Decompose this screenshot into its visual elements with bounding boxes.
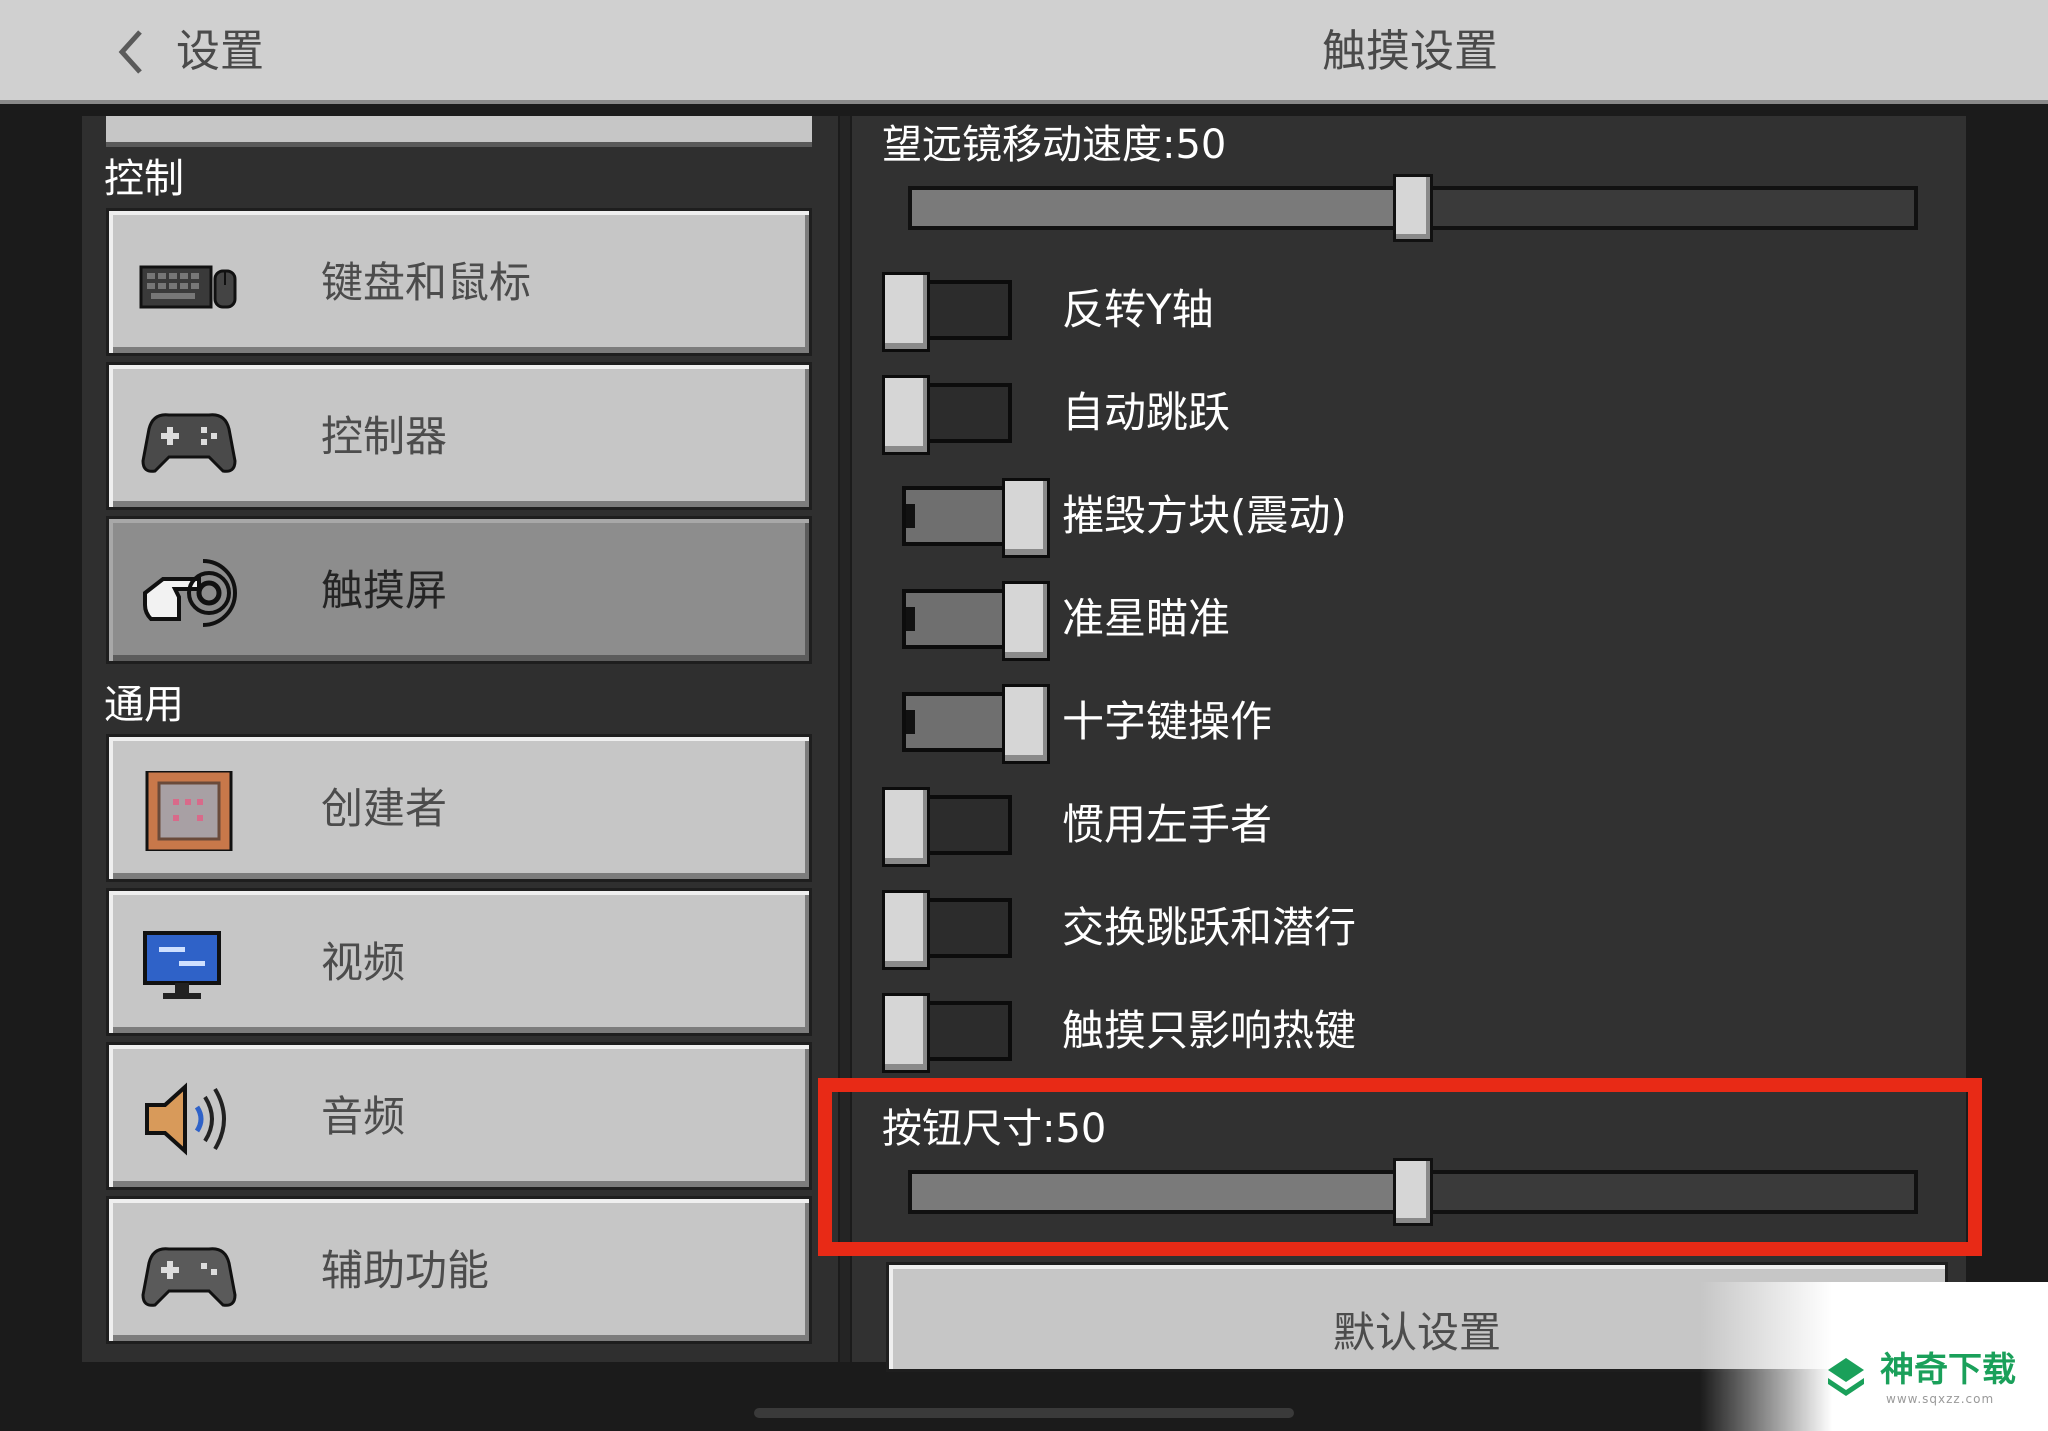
left-handed-toggle[interactable] (882, 787, 1022, 867)
swap-jump-sneak-label: 交换跳跃和潜行 (1062, 903, 1357, 952)
sidebar-item-controller[interactable]: 控制器 (106, 362, 812, 510)
sidebar-item-video[interactable]: 视频 (106, 888, 812, 1036)
auto-jump-toggle[interactable] (882, 375, 1022, 455)
watermark: 神奇下载 www.sqxzz.com (1700, 1282, 2048, 1431)
sidebar-item-label: 触摸屏 (321, 566, 448, 615)
toggle-indicator (906, 607, 915, 631)
watermark-text: 神奇下载 (1880, 1350, 2016, 1390)
highlight-annotation-box (818, 1078, 1982, 1256)
home-indicator[interactable] (754, 1408, 1294, 1418)
toggle-knob[interactable] (882, 787, 930, 867)
toggle-row-touch-hotbar-only[interactable]: 触摸只影响热键 (882, 993, 1922, 1073)
toggle-knob[interactable] (1002, 684, 1050, 764)
sidebar-item-audio[interactable]: 音频 (106, 1042, 812, 1190)
dpad-controls-label: 十字键操作 (1062, 697, 1273, 746)
sidebar-item-label: 视频 (321, 938, 406, 987)
sidebar-item-accessibility[interactable]: 辅助功能 (106, 1196, 812, 1344)
gamepad-icon (141, 413, 237, 473)
watermark-logo-icon (1828, 1358, 1864, 1396)
sidebar-item-touchscreen[interactable]: 触摸屏 (106, 516, 812, 664)
toggle-row-destroy-block-vibration[interactable]: 摧毁方块(震动) (882, 478, 1922, 558)
toggle-knob[interactable] (1002, 478, 1050, 558)
telescope-speed-slider-fill (912, 190, 1413, 226)
toggle-row-auto-jump[interactable]: 自动跳跃 (882, 375, 1922, 455)
dpad-controls-toggle[interactable] (882, 684, 1050, 764)
toggle-knob[interactable] (882, 993, 930, 1073)
telescope-speed-label: 望远镜移动速度:50 (882, 122, 1227, 168)
toggle-row-swap-jump-sneak[interactable]: 交换跳跃和潜行 (882, 890, 1922, 970)
touch-hotbar-only-label: 触摸只影响热键 (1062, 1006, 1357, 1055)
section-title-controls: 控制 (104, 156, 184, 202)
sidebar-item-creator[interactable]: 创建者 (106, 734, 812, 882)
sidebar-item-label: 辅助功能 (321, 1246, 490, 1295)
toggle-knob[interactable] (1002, 581, 1050, 661)
auto-jump-label: 自动跳跃 (1062, 388, 1231, 437)
destroy-block-vibration-toggle[interactable] (882, 478, 1050, 558)
toggle-knob[interactable] (882, 272, 930, 352)
toggle-row-crosshair-aiming[interactable]: 准星瞄准 (882, 581, 1922, 661)
toggle-row-left-handed[interactable]: 惯用左手者 (882, 787, 1922, 867)
watermark-url: www.sqxzz.com (1886, 1392, 1995, 1406)
invert-y-axis-toggle[interactable] (882, 272, 1022, 352)
sidebar-item-keyboard-mouse[interactable]: 键盘和鼠标 (106, 208, 812, 356)
back-button-label[interactable]: 设置 (176, 22, 264, 82)
touch-hotbar-only-toggle[interactable] (882, 993, 1022, 1073)
settings-sidebar: 控制 键盘和鼠标 控制器 触摸屏 通用 创建者 视频 音频 辅助功能 (82, 116, 838, 1362)
sidebar-item-label: 创建者 (321, 784, 448, 833)
toggle-row-invert-y-axis[interactable]: 反转Y轴 (882, 272, 1922, 352)
toggle-indicator (906, 710, 915, 734)
gamepad-icon (141, 1247, 237, 1307)
swap-jump-sneak-toggle[interactable] (882, 890, 1022, 970)
page-title: 触摸设置 (1322, 26, 1498, 77)
touch-hand-icon (143, 559, 237, 627)
destroy-block-vibration-label: 摧毁方块(震动) (1062, 491, 1347, 540)
sidebar-item-label: 键盘和鼠标 (321, 258, 532, 307)
toggle-indicator (906, 504, 915, 528)
left-handed-label: 惯用左手者 (1062, 800, 1273, 849)
title-bar: 设置 触摸设置 (0, 0, 2048, 104)
toggle-knob[interactable] (882, 890, 930, 970)
toggle-row-dpad-controls[interactable]: 十字键操作 (882, 684, 1922, 764)
crosshair-aiming-label: 准星瞄准 (1062, 594, 1231, 643)
speaker-icon (145, 1082, 226, 1156)
keyboard-mouse-icon (139, 265, 237, 309)
telescope-speed-slider[interactable] (908, 174, 1918, 242)
sidebar-item-label: 控制器 (321, 412, 448, 461)
telescope-speed-slider-thumb[interactable] (1393, 174, 1433, 242)
monitor-icon (143, 931, 221, 999)
scrolled-nav-button-edge[interactable] (106, 116, 812, 147)
command-block-icon (145, 771, 233, 851)
crosshair-aiming-toggle[interactable] (882, 581, 1050, 661)
section-title-general: 通用 (104, 682, 184, 728)
invert-y-axis-label: 反转Y轴 (1062, 285, 1214, 334)
toggle-knob[interactable] (882, 375, 930, 455)
chevron-left-icon[interactable] (112, 22, 152, 82)
sidebar-item-label: 音频 (321, 1092, 406, 1141)
